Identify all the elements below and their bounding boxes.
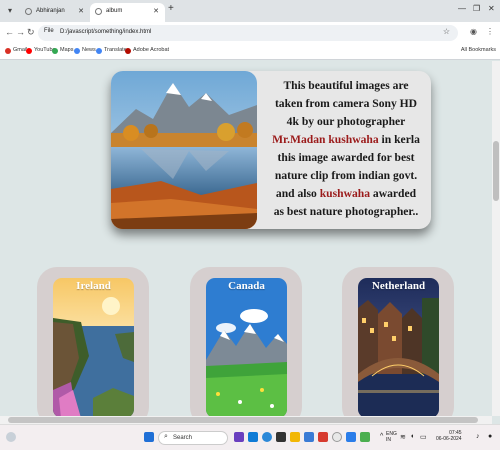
page-viewport: This beautiful images are taken from cam… xyxy=(0,61,492,416)
bookmark-news[interactable]: News xyxy=(74,47,96,54)
close-icon[interactable]: ✕ xyxy=(153,3,159,20)
bookmark-label: Maps xyxy=(60,47,74,53)
minimize-icon[interactable]: — xyxy=(458,4,466,13)
vscode-icon[interactable] xyxy=(346,432,356,442)
weather-icon[interactable] xyxy=(6,432,16,442)
youtube-icon xyxy=(26,48,32,54)
back-icon[interactable]: ← xyxy=(5,27,14,37)
bookmarks-bar: Gmail YouTube Maps News Translate Adobe … xyxy=(0,44,500,60)
star-icon[interactable]: ☆ xyxy=(443,27,450,36)
search-icon: ⌕ xyxy=(164,433,168,440)
hero-description: This beautiful images are taken from cam… xyxy=(271,77,421,221)
edge-icon[interactable] xyxy=(248,432,258,442)
card-netherland[interactable]: Netherland xyxy=(342,267,454,416)
hero-text-1: This beautiful images are taken from cam… xyxy=(274,79,418,128)
close-icon[interactable]: ✕ xyxy=(78,3,84,20)
bell-icon[interactable]: ♪ xyxy=(476,433,480,440)
tab-album[interactable]: album ✕ xyxy=(90,3,165,22)
maps-icon xyxy=(52,48,58,54)
forward-icon[interactable]: → xyxy=(16,27,25,37)
clock-date: 06-06-2024 xyxy=(436,436,462,442)
scrollbar-thumb[interactable] xyxy=(8,417,478,423)
bookmark-translate[interactable]: Translate xyxy=(96,47,127,54)
hero-landscape-image xyxy=(111,71,257,229)
file-scheme-label[interactable]: File xyxy=(44,28,54,34)
file-explorer-icon[interactable] xyxy=(290,432,300,442)
card-title-canada: Canada xyxy=(228,280,265,292)
news-icon xyxy=(74,48,80,54)
scrollbar-thumb[interactable] xyxy=(493,141,499,201)
language-indicator[interactable]: ENG IN xyxy=(386,431,397,443)
canada-image: Canada xyxy=(206,278,287,416)
taskbar-search[interactable]: ⌕ Search xyxy=(158,431,228,445)
bookmark-label: Adobe Acrobat xyxy=(133,47,170,53)
volume-icon[interactable]: ◖ xyxy=(410,433,414,440)
store-icon[interactable] xyxy=(276,432,286,442)
vertical-scrollbar[interactable] xyxy=(492,61,500,416)
browser-titlebar: ▾ Abhiranjan ✕ album ✕ + — ❐ ✕ xyxy=(0,0,500,22)
wifi-icon[interactable]: ≋ xyxy=(400,433,406,441)
card-title-netherland: Netherland xyxy=(371,280,426,292)
bookmark-label: News xyxy=(82,47,96,53)
clock[interactable]: 07:45 06-06-2024 xyxy=(436,430,462,442)
search-label: Search xyxy=(173,435,193,441)
globe-icon xyxy=(95,8,102,15)
bookmark-adobe-acrobat[interactable]: Adobe Acrobat xyxy=(125,47,170,54)
card-canada[interactable]: Canada xyxy=(190,267,302,416)
card-title-ireland: Ireland xyxy=(76,280,111,292)
app-icon[interactable] xyxy=(318,432,328,442)
address-bar[interactable]: File D:/javascript/something/index.html … xyxy=(38,25,458,41)
app-icon-green[interactable] xyxy=(360,432,370,442)
bookmark-label: Translate xyxy=(104,47,127,53)
windows-taskbar: ⌕ Search ^ ENG IN ≋ ◖ ▭ 07:45 06-06-2024… xyxy=(0,424,500,450)
hero-card: This beautiful images are taken from cam… xyxy=(111,71,431,229)
tab-search-icon[interactable]: ▾ xyxy=(4,5,16,17)
ireland-image: Ireland xyxy=(53,278,134,416)
region-code: IN xyxy=(386,437,391,443)
task-view-icon[interactable] xyxy=(234,432,244,442)
notification-icon[interactable]: ● xyxy=(488,433,492,440)
bookmark-maps[interactable]: Maps xyxy=(52,47,74,54)
globe-icon xyxy=(25,8,32,15)
acrobat-icon xyxy=(125,48,131,54)
profile-icon[interactable]: ◉ xyxy=(470,27,477,36)
gmail-icon xyxy=(5,48,11,54)
battery-icon[interactable]: ▭ xyxy=(420,433,427,441)
close-window-icon[interactable]: ✕ xyxy=(488,4,495,13)
photographer-name: Mr.Madan kushwaha xyxy=(272,133,379,146)
browser-toolbar: ← → ↻ File D:/javascript/something/index… xyxy=(0,22,500,44)
translate-icon xyxy=(96,48,102,54)
new-tab-button[interactable]: + xyxy=(168,3,174,14)
reload-icon[interactable]: ↻ xyxy=(27,27,35,38)
url-text[interactable]: D:/javascript/something/index.html xyxy=(60,29,151,35)
all-bookmarks-button[interactable]: All Bookmarks xyxy=(461,47,496,53)
copilot-icon[interactable] xyxy=(262,432,272,442)
card-ireland[interactable]: Ireland xyxy=(37,267,149,416)
chrome-icon[interactable] xyxy=(332,432,342,442)
maximize-icon[interactable]: ❐ xyxy=(473,4,480,13)
start-icon[interactable] xyxy=(144,432,154,442)
photographer-surname: kushwaha xyxy=(319,187,371,200)
tab-abhiranjan[interactable]: Abhiranjan ✕ xyxy=(20,3,90,22)
menu-icon[interactable]: ⋮ xyxy=(486,27,494,36)
tab-label: Abhiranjan xyxy=(36,8,65,14)
tab-label: album xyxy=(106,8,123,14)
chevron-up-icon[interactable]: ^ xyxy=(380,433,383,440)
mail-icon[interactable] xyxy=(304,432,314,442)
bookmark-gmail[interactable]: Gmail xyxy=(5,47,27,54)
netherland-image: Netherland xyxy=(358,278,439,416)
horizontal-scrollbar[interactable] xyxy=(0,416,492,424)
